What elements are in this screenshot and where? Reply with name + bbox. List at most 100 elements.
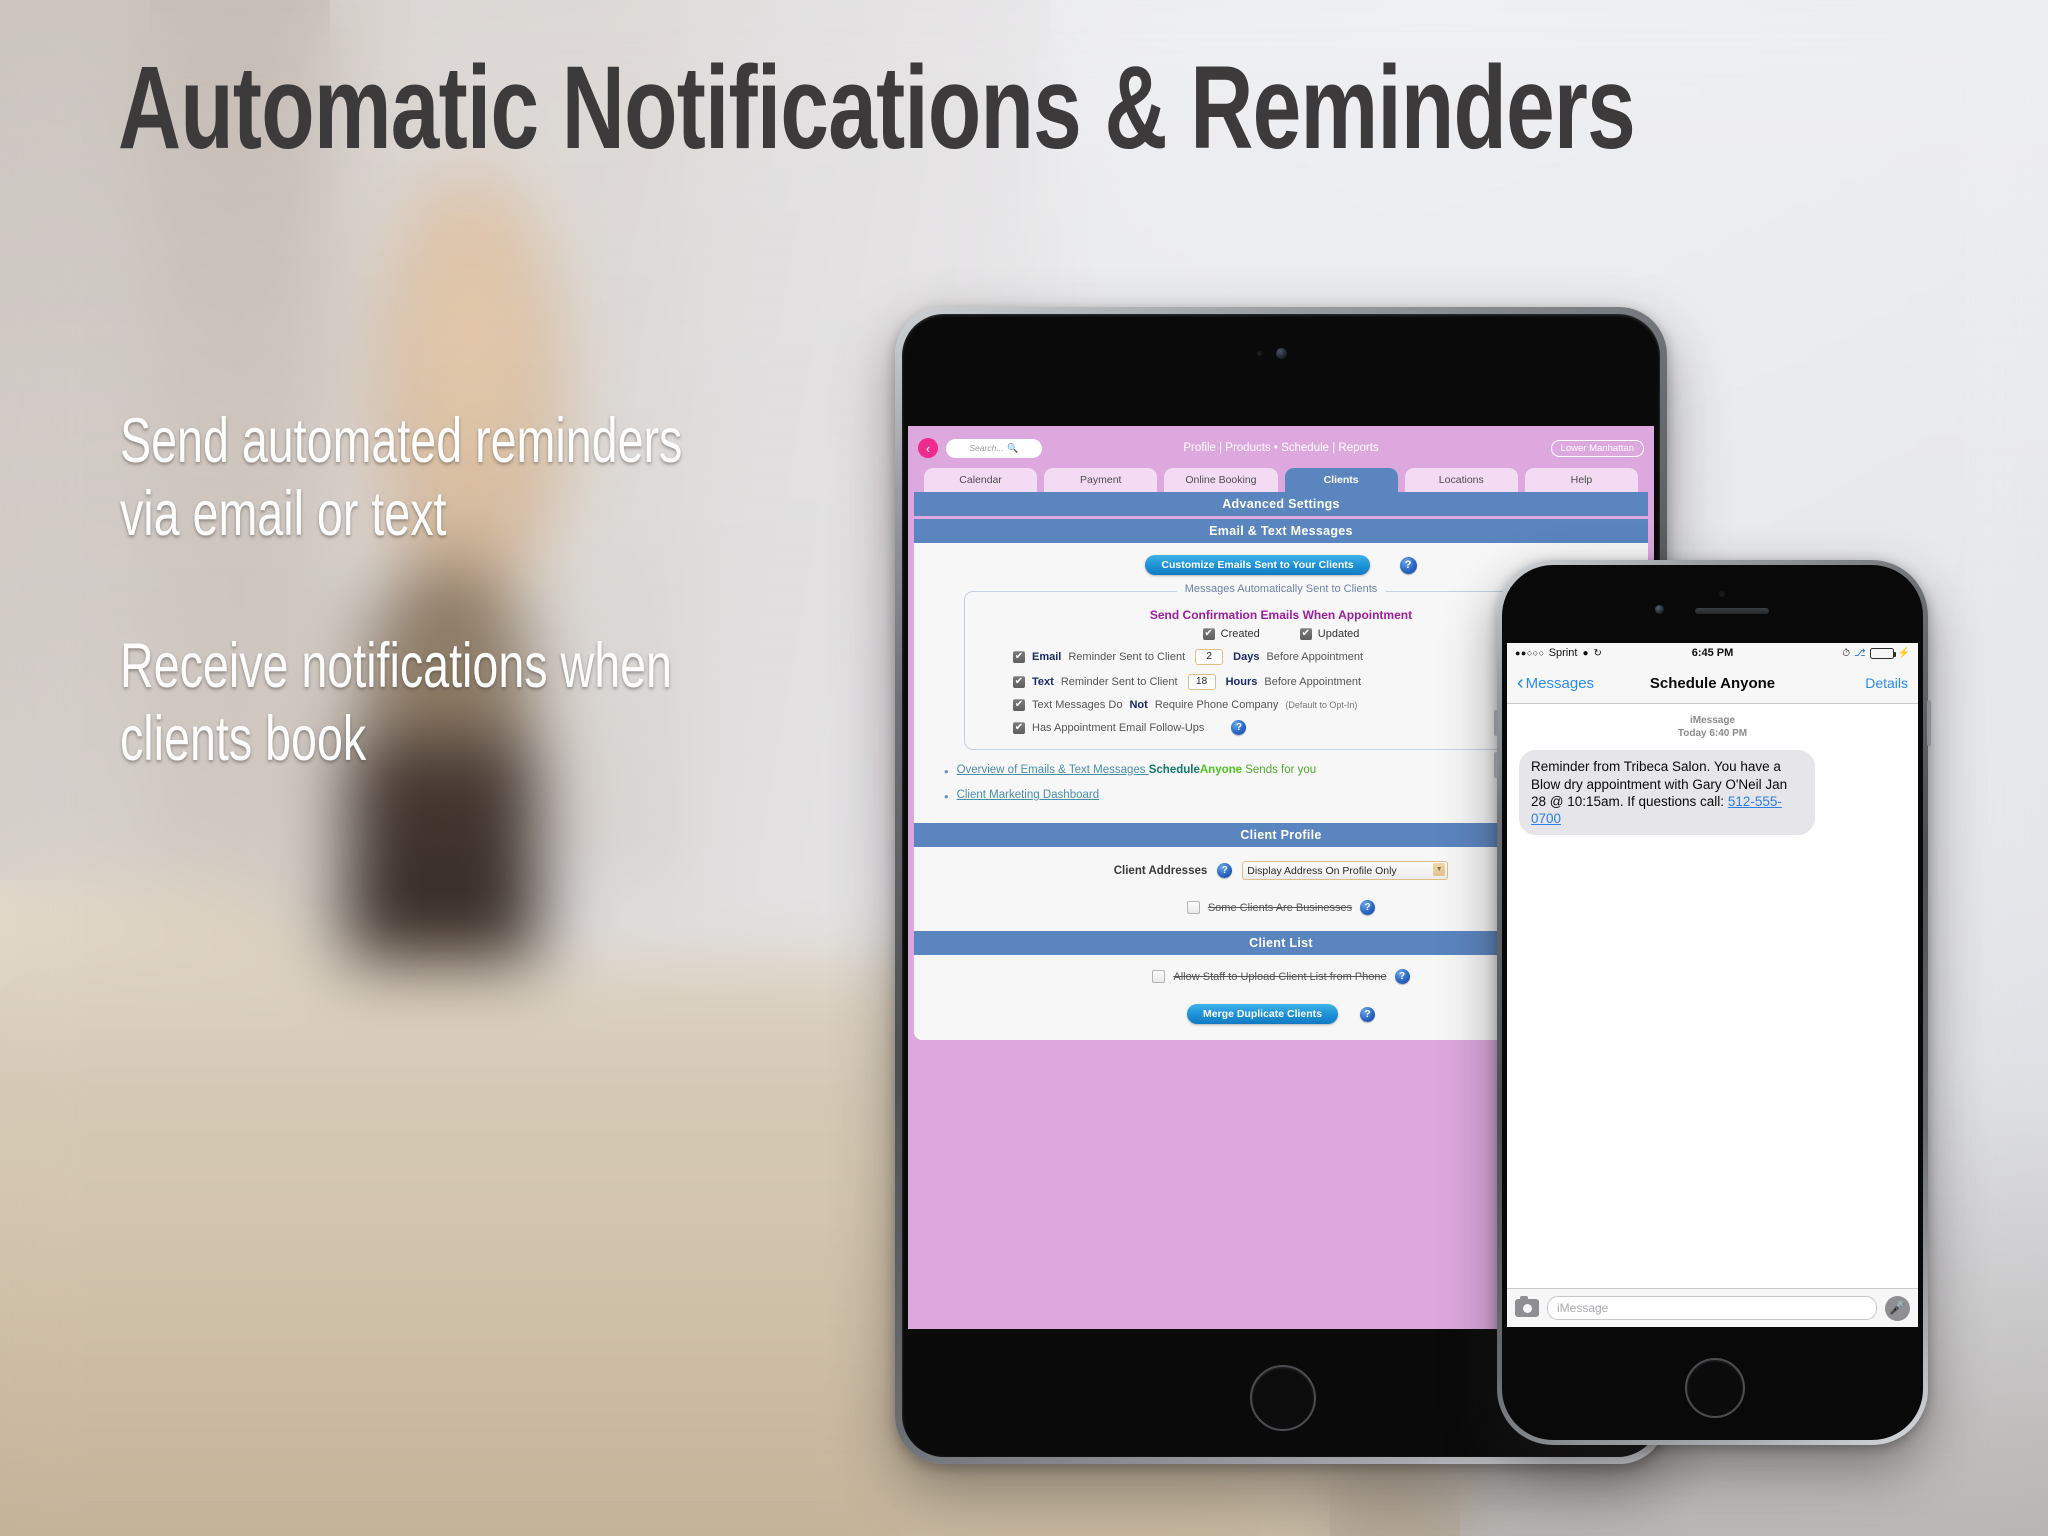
ios-status-bar: ●●○○○ Sprint ● ↻ 6:45 PM ⏱ ⎇ ⚡ — [1507, 643, 1918, 663]
imessage-input[interactable]: iMessage — [1547, 1296, 1877, 1320]
checkbox-email-follow-ups[interactable]: ✔ — [1013, 721, 1025, 734]
checkbox-updated-label: Updated — [1317, 628, 1360, 640]
email-unit-label: Days — [1233, 651, 1260, 663]
app-top-bar: ‹ Search... 🔍 Profile | Products • Sched… — [908, 426, 1654, 461]
conversation-title: Schedule Anyone — [1649, 674, 1776, 692]
search-icon: 🔍 — [1007, 442, 1019, 453]
tablet-camera-icon — [1276, 348, 1287, 359]
app-nav-links[interactable]: Profile | Products • Schedule | Reports — [1183, 442, 1378, 454]
overview-link-text-1: Overview of Emails & Text Messages — [956, 764, 1149, 776]
allow-upload-label: Allow Staff to Upload Client List from P… — [1173, 970, 1387, 983]
text-hours-input[interactable]: 18 — [1187, 674, 1216, 690]
thread-timestamp: Today 6:40 PM — [1677, 728, 1748, 740]
phone-company-text-before: Text Messages Do — [1032, 699, 1123, 711]
camera-icon[interactable] — [1515, 1296, 1539, 1317]
overview-link[interactable]: Overview of Emails & Text Messages Sched… — [957, 764, 1317, 776]
back-icon[interactable]: ‹ — [918, 438, 938, 458]
tablet-home-button[interactable] — [1250, 1365, 1316, 1431]
phone-company-note: (Default to Opt-In) — [1285, 700, 1358, 710]
phone-camera-icon — [1654, 605, 1664, 614]
help-icon-customize[interactable]: ? — [1399, 556, 1417, 574]
checkbox-email-reminder[interactable]: ✔ — [1013, 651, 1025, 663]
section-header-advanced-settings: Advanced Settings — [914, 492, 1648, 516]
location-badge[interactable]: Lower Manhattan — [1550, 439, 1644, 457]
confirmation-emails-title: Send Confirmation Emails When Appointmen… — [1149, 608, 1413, 622]
tab-payment[interactable]: Payment — [1044, 468, 1158, 492]
ios-message-input-bar: iMessage 🎤 — [1507, 1288, 1918, 1327]
phone-home-button[interactable] — [1684, 1358, 1745, 1418]
checkbox-some-clients-businesses[interactable] — [1186, 901, 1200, 914]
email-days-input[interactable]: 2 — [1195, 649, 1224, 665]
fieldset-legend: Messages Automatically Sent to Clients — [1176, 583, 1386, 595]
tab-help[interactable]: Help — [1524, 468, 1639, 492]
phone-screen-glass: ●●○○○ Sprint ● ↻ 6:45 PM ⏱ ⎇ ⚡ ‹ Message… — [1502, 565, 1923, 1440]
email-reminder-text-after: Before Appointment — [1266, 651, 1364, 663]
feature-copy-notifications: Receive notifications when clients book — [120, 631, 672, 775]
bluetooth-icon: ⎇ — [1854, 647, 1866, 659]
ios-nav-bar: ‹ Messages Schedule Anyone Details — [1507, 663, 1918, 704]
message-thread[interactable]: iMessage Today 6:40 PM Reminder from Tri… — [1507, 704, 1918, 1288]
help-icon-businesses[interactable]: ? — [1360, 900, 1376, 915]
email-reminder-text-before: Reminder Sent to Client — [1068, 651, 1186, 663]
carrier-label: Sprint — [1548, 647, 1578, 659]
text-reminder-text-after: Before Appointment — [1264, 676, 1361, 688]
checkbox-allow-upload[interactable] — [1152, 970, 1166, 983]
phone-power-button[interactable] — [1927, 700, 1931, 746]
client-marketing-dashboard-link[interactable]: Client Marketing Dashboard — [957, 789, 1100, 801]
phone-app-viewport: ●●○○○ Sprint ● ↻ 6:45 PM ⏱ ⎇ ⚡ ‹ Message… — [1507, 643, 1918, 1327]
merge-duplicate-clients-button[interactable]: Merge Duplicate Clients — [1186, 1004, 1339, 1024]
tab-clients[interactable]: Clients — [1284, 468, 1398, 492]
help-icon-follow-ups[interactable]: ? — [1231, 720, 1247, 735]
checkbox-text-reminder[interactable]: ✔ — [1013, 676, 1025, 688]
battery-tip — [1893, 651, 1896, 657]
status-right-icons: ⏱ ⎇ ⚡ — [1842, 647, 1910, 659]
microphone-icon[interactable]: 🎤 — [1885, 1295, 1910, 1321]
charging-bolt-icon: ⚡ — [1897, 647, 1910, 659]
tablet-sensor-icon — [1257, 351, 1262, 356]
checkbox-created[interactable]: ✔ Created — [1202, 628, 1260, 640]
some-clients-businesses-label: Some Clients Are Businesses — [1207, 901, 1353, 914]
phone-company-not-label: Not — [1129, 699, 1148, 711]
chevron-left-icon: ‹ — [1517, 672, 1524, 694]
app-top-row: ‹ Search... 🔍 Profile | Products • Sched… — [918, 435, 1644, 461]
search-input[interactable]: Search... 🔍 — [946, 438, 1042, 458]
phone-volume-up-button[interactable] — [1494, 710, 1498, 736]
confirmation-checkbox-row: ✔ Created ✔ Updated — [975, 628, 1587, 640]
thread-service-label: iMessage — [1689, 715, 1736, 726]
checkbox-created-box[interactable]: ✔ — [1202, 628, 1215, 640]
help-icon-merge[interactable]: ? — [1360, 1006, 1376, 1022]
brand-anyone: Anyone — [1199, 764, 1243, 776]
tab-locations[interactable]: Locations — [1404, 468, 1518, 492]
message-bubble-incoming[interactable]: Reminder from Tribeca Salon. You have a … — [1514, 750, 1815, 836]
tab-calendar[interactable]: Calendar — [924, 468, 1038, 492]
bullet-icon: • — [944, 789, 949, 804]
app-tab-bar: Calendar Payment Online Booking Clients … — [908, 461, 1654, 492]
help-icon-allow-upload[interactable]: ? — [1394, 969, 1410, 984]
overview-link-text-2: Sends for you — [1242, 764, 1317, 776]
rotation-lock-icon: ↻ — [1593, 647, 1602, 659]
checkbox-updated-box[interactable]: ✔ — [1299, 628, 1312, 640]
bullet-icon: • — [944, 764, 949, 779]
email-follow-ups-label: Has Appointment Email Follow-Ups — [1032, 721, 1205, 734]
phone-proximity-sensor-icon — [1718, 591, 1725, 597]
phone-earpiece-icon — [1694, 608, 1769, 614]
client-addresses-value: Display Address On Profile Only — [1247, 864, 1397, 877]
tab-online-booking[interactable]: Online Booking — [1164, 468, 1278, 492]
checkbox-updated[interactable]: ✔ Updated — [1299, 628, 1360, 640]
back-to-messages-button[interactable]: ‹ Messages — [1517, 673, 1594, 693]
details-button[interactable]: Details — [1865, 675, 1908, 691]
help-icon-client-addresses[interactable]: ? — [1217, 863, 1233, 878]
search-placeholder: Search... — [969, 443, 1004, 453]
chevron-down-icon[interactable]: ▼ — [1433, 863, 1446, 876]
section-header-email-text-messages: Email & Text Messages — [914, 519, 1648, 543]
client-addresses-select[interactable]: Display Address On Profile Only ▼ — [1242, 861, 1449, 880]
signal-strength-icon: ●●○○○ — [1515, 648, 1545, 658]
checkbox-no-phone-company[interactable]: ✔ — [1013, 699, 1025, 711]
client-addresses-label: Client Addresses — [1113, 864, 1208, 877]
brand-schedule: Schedule — [1148, 764, 1200, 776]
status-time: 6:45 PM — [1691, 647, 1734, 659]
text-reminder-text-before: Reminder Sent to Client — [1060, 676, 1178, 688]
page-title: Automatic Notifications & Reminders — [118, 42, 1636, 174]
phone-volume-down-button[interactable] — [1494, 752, 1498, 778]
customize-emails-button[interactable]: Customize Emails Sent to Your Clients — [1145, 555, 1370, 575]
